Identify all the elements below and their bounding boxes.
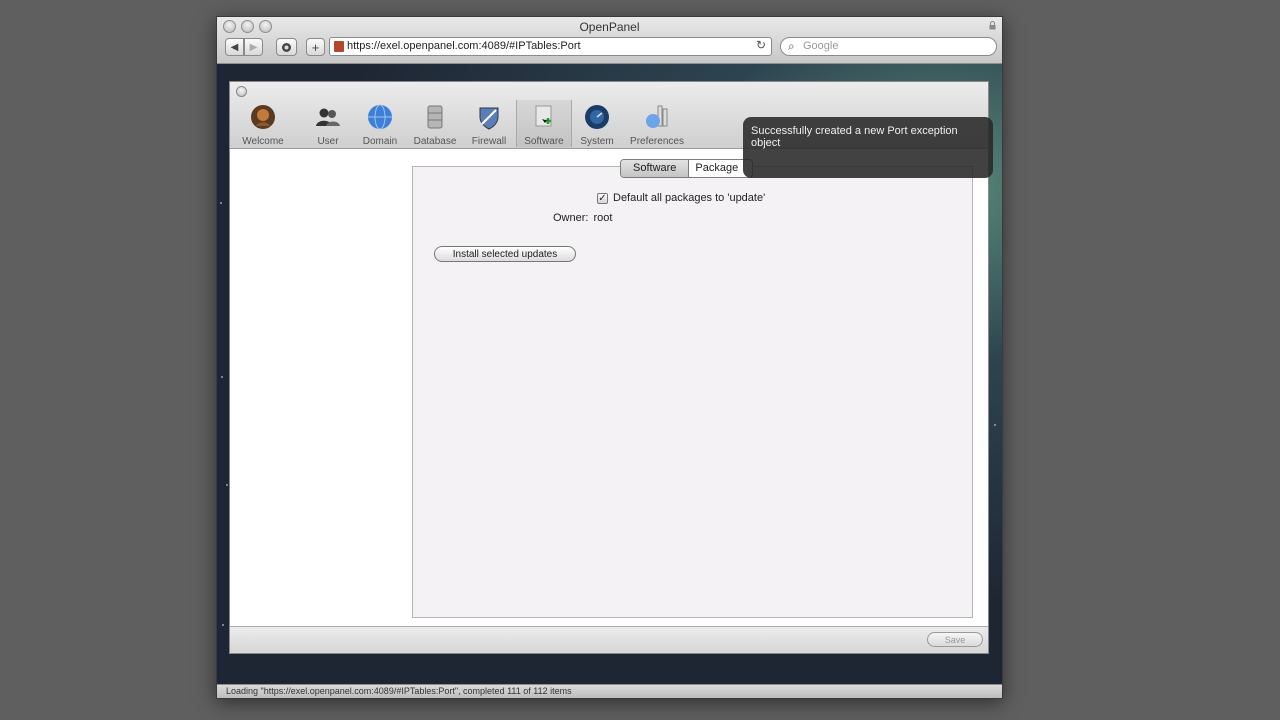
toolbar-item-preferences[interactable]: Preferences xyxy=(628,104,686,147)
search-field[interactable]: ⌕ Google xyxy=(780,37,997,56)
back-button[interactable]: ◀ xyxy=(225,38,244,56)
system-icon xyxy=(585,105,609,129)
browser-titlebar: OpenPanel ◀ ▶ + https://exel.openpanel.c… xyxy=(217,17,1002,64)
sidebar-icon xyxy=(282,42,291,52)
add-bookmark-button[interactable]: + xyxy=(306,38,325,56)
owner-row: Owner: root xyxy=(553,212,612,224)
toolbar-label: Firewall xyxy=(471,136,507,147)
toolbar-item-firewall[interactable]: Firewall xyxy=(461,104,517,147)
default-update-label: Default all packages to 'update' xyxy=(613,192,766,204)
owner-label: Owner: xyxy=(553,212,589,224)
shield-icon xyxy=(479,107,499,130)
reading-list-button[interactable] xyxy=(276,38,297,56)
forward-button[interactable]: ▶ xyxy=(244,38,263,56)
search-icon: ⌕ xyxy=(788,39,795,53)
toolbar-label: System xyxy=(580,136,614,147)
tab-software[interactable]: Software xyxy=(621,160,690,177)
toolbar-item-system[interactable]: System xyxy=(569,104,625,147)
welcome-icon xyxy=(251,105,275,129)
lock-icon xyxy=(989,21,996,30)
toolbar-item-software[interactable]: Software xyxy=(516,100,572,147)
toolbar-item-welcome[interactable]: Welcome xyxy=(235,104,291,147)
users-icon xyxy=(316,108,340,126)
software-content-box xyxy=(412,166,973,618)
status-text: Loading "https://exel.openpanel.com:4089… xyxy=(226,686,572,696)
toolbar-item-domain[interactable]: Domain xyxy=(352,104,408,147)
owner-value: root xyxy=(593,212,613,224)
toolbar-item-user[interactable]: User xyxy=(300,104,356,147)
toolbar-label: Welcome xyxy=(242,136,284,147)
tab-bar: Software Package xyxy=(620,159,754,178)
database-icon xyxy=(427,105,443,129)
search-placeholder: Google xyxy=(803,40,839,52)
toolbar-label: Software xyxy=(524,136,564,147)
default-update-option[interactable]: ✓ Default all packages to 'update' xyxy=(597,192,765,204)
toolbar-label: Domain xyxy=(362,136,398,147)
toolbar-label: Database xyxy=(413,136,457,147)
notification-toast: Successfully created a new Port exceptio… xyxy=(743,117,993,178)
reload-icon[interactable]: ↻ xyxy=(756,38,766,52)
browser-window: OpenPanel ◀ ▶ + https://exel.openpanel.c… xyxy=(216,16,1003,699)
toolbar-label: Preferences xyxy=(630,136,684,147)
status-bar: Loading "https://exel.openpanel.com:4089… xyxy=(217,684,1002,698)
notification-text: Successfully created a new Port exceptio… xyxy=(751,125,958,149)
panel-footer: Save xyxy=(230,626,988,653)
url-bar[interactable]: https://exel.openpanel.com:4089/#IPTable… xyxy=(329,37,772,56)
software-package-icon xyxy=(535,105,552,127)
window-title: OpenPanel xyxy=(579,20,640,34)
page-background: Welcome User Domain Database Firewall So… xyxy=(217,64,1002,684)
default-update-checkbox[interactable]: ✓ xyxy=(597,192,608,204)
globe-icon xyxy=(368,104,392,130)
url-text: https://exel.openpanel.com:4089/#IPTable… xyxy=(347,40,581,52)
panel-close-button[interactable] xyxy=(236,86,247,97)
install-updates-button[interactable]: Install selected updates xyxy=(434,246,576,262)
save-button[interactable]: Save xyxy=(927,632,983,647)
favicon-icon xyxy=(334,41,344,52)
toolbar-item-database[interactable]: Database xyxy=(407,104,463,147)
preferences-icon xyxy=(646,105,668,128)
toolbar-label: User xyxy=(317,136,339,147)
